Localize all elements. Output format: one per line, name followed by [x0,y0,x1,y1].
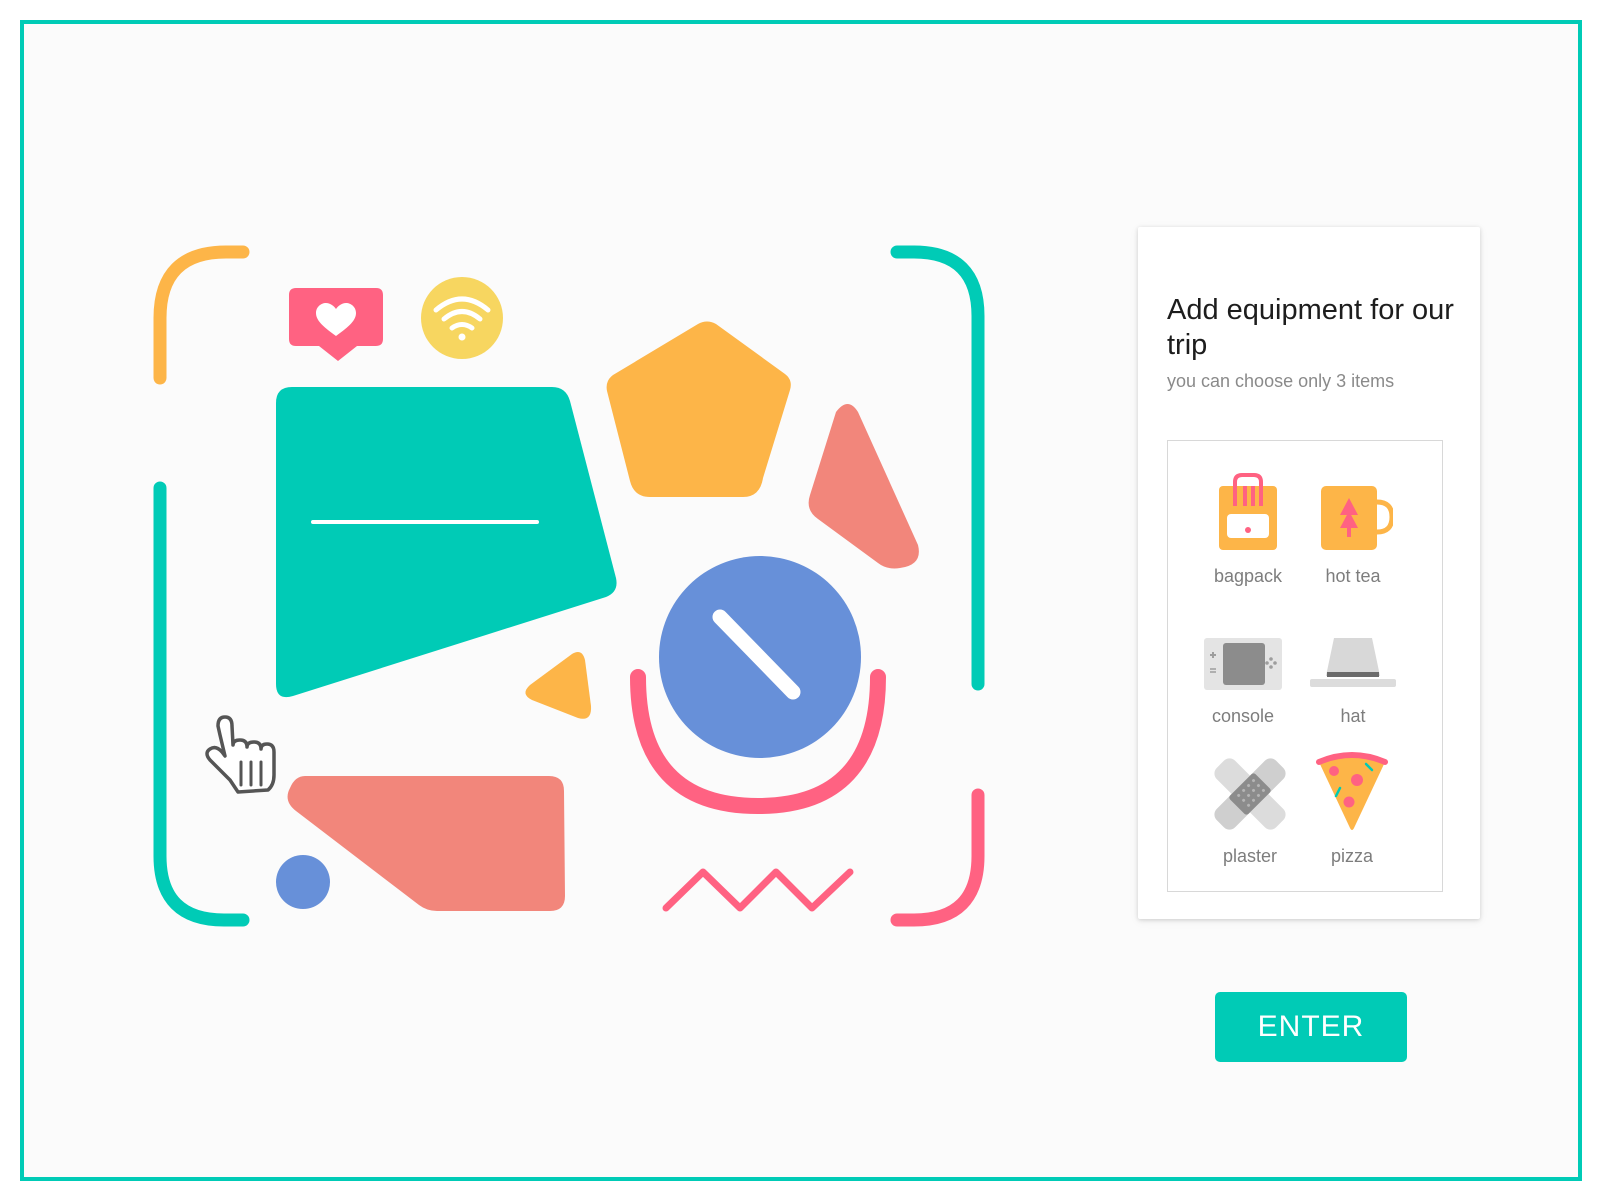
pizza-slice-icon [1316,752,1388,830]
item-console[interactable]: console [1183,636,1303,727]
item-label: console [1211,706,1275,726]
item-bagpack[interactable]: bagpack [1188,472,1308,587]
plaster-icon [1214,758,1286,830]
items-grid: bagpack hot tea console hat plaster pizz… [1167,440,1443,892]
zigzag-icon [662,868,854,912]
card-subtitle: you can choose only 3 items [1167,371,1395,391]
heart-chat-icon [289,288,383,361]
equipment-card: Add equipment for our trip you can choos… [1138,227,1480,919]
blue-dot-shape [276,855,330,909]
enter-button[interactable]: ENTER [1215,992,1407,1062]
bracket-left-bottom [153,481,250,927]
orange-pentagon-shape [606,321,791,497]
tea-mug-icon [1321,486,1393,550]
hat-icon [1310,638,1396,687]
bracket-top-left [153,245,250,385]
item-hot-tea[interactable]: hot tea [1293,472,1413,587]
pointer-hand-icon [205,715,276,794]
item-label: bagpack [1213,566,1283,586]
coral-triangle-shape [808,404,919,569]
wifi-icon [421,277,503,359]
bracket-top-right [890,245,985,691]
coral-trapezoid-shape [287,776,565,911]
item-label: pizza [1330,846,1374,866]
item-hat[interactable]: hat [1293,636,1413,727]
item-label: hot tea [1325,566,1381,586]
bracket-bottom-right [890,788,985,927]
game-console-icon [1204,638,1282,690]
item-label: hat [1340,706,1366,726]
small-orange-triangle-shape [525,652,592,719]
blocked-sign-icon [630,556,886,815]
item-pizza[interactable]: pizza [1292,750,1412,867]
card-title: Add equipment for our trip [1167,294,1454,361]
teal-panel-shape [276,387,617,698]
backpack-icon [1219,473,1277,550]
